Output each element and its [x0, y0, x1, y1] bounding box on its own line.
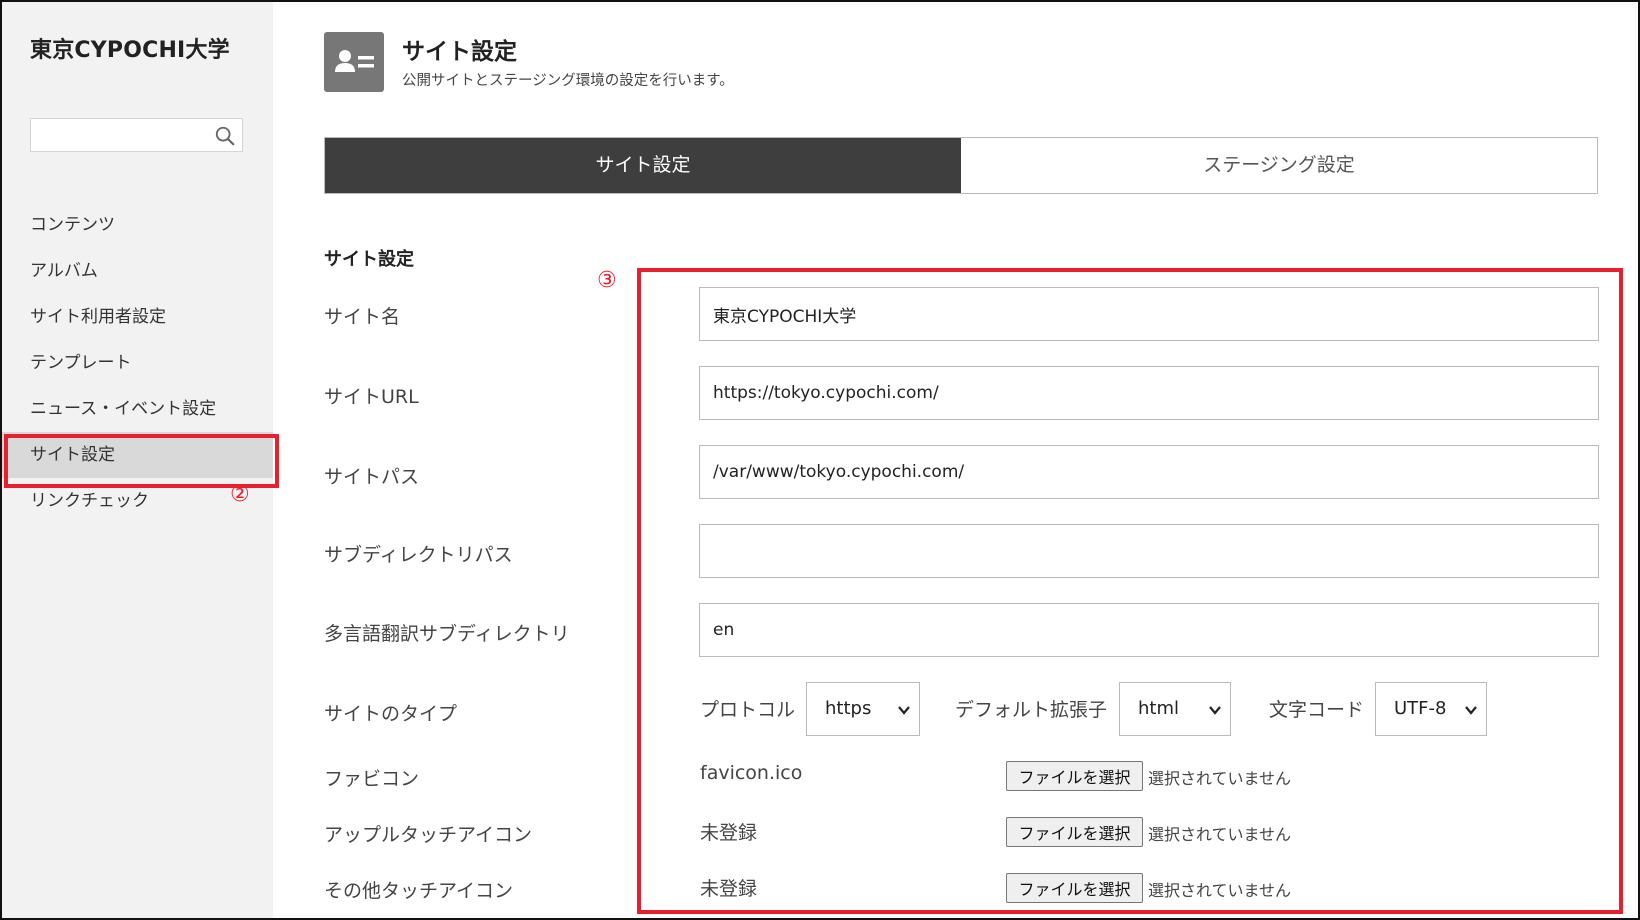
contact-card-icon [324, 32, 384, 92]
brand-name: 東京CYPOCHI大学 [30, 38, 230, 63]
favicon-file-status: 選択されていません [1148, 769, 1292, 788]
chevron-down-icon [1465, 706, 1477, 715]
page-subtitle: 公開サイトとステージング環境の設定を行います。 [402, 73, 734, 89]
section-title: サイト設定 [324, 249, 414, 270]
other-touch-icon-choose-file-button[interactable]: ファイルを選択 [1006, 873, 1143, 903]
chevron-down-icon [898, 706, 910, 715]
sidebar-item-news-events[interactable]: ニュース・イベント設定 [2, 386, 273, 432]
site-name-input[interactable] [699, 287, 1599, 341]
apple-touch-icon-file-status: 選択されていません [1148, 825, 1292, 844]
site-name-label: サイト名 [324, 306, 401, 328]
tab-staging-settings[interactable]: ステージング設定 [961, 138, 1597, 193]
apple-touch-icon-current-file: 未登録 [700, 822, 758, 844]
default-extension-select-value: html [1138, 698, 1180, 719]
sidebar-item-contents[interactable]: コンテンツ [2, 202, 273, 248]
subdirectory-path-input[interactable] [699, 524, 1599, 578]
default-extension-label: デフォルト拡張子 [955, 699, 1108, 721]
sidebar-nav: コンテンツ アルバム サイト利用者設定 テンプレート ニュース・イベント設定 サ… [2, 202, 279, 524]
site-path-input[interactable] [699, 445, 1599, 499]
apple-touch-icon-label: アップルタッチアイコン [324, 824, 533, 846]
site-path-label: サイトパス [324, 466, 420, 488]
tab-site-settings[interactable]: サイト設定 [325, 138, 961, 193]
settings-tabs: サイト設定 ステージング設定 [324, 137, 1598, 194]
charset-select[interactable]: UTF-8 [1375, 682, 1487, 736]
favicon-label: ファビコン [324, 768, 420, 790]
app-window: 東京CYPOCHI大学 コンテンツ アルバム サイト利用者設定 テンプレート ニ… [0, 0, 1640, 920]
other-touch-icon-label: その他タッチアイコン [324, 880, 514, 902]
site-url-input[interactable] [699, 366, 1599, 420]
apple-touch-icon-choose-file-button[interactable]: ファイルを選択 [1006, 817, 1143, 847]
sidebar-item-site-users[interactable]: サイト利用者設定 [2, 294, 273, 340]
favicon-choose-file-button[interactable]: ファイルを選択 [1006, 761, 1143, 791]
annotation-marker-2: ② [230, 482, 250, 507]
sidebar-item-album[interactable]: アルバム [2, 248, 273, 294]
protocol-select[interactable]: https [806, 682, 920, 736]
search-icon[interactable] [214, 125, 236, 147]
sidebar-item-label: サイト利用者設定 [30, 307, 166, 327]
sidebar-item-label: ニュース・イベント設定 [30, 399, 217, 419]
protocol-select-value: https [825, 698, 872, 719]
other-touch-icon-current-file: 未登録 [700, 878, 758, 900]
search-box [30, 118, 243, 152]
sidebar-item-template[interactable]: テンプレート [2, 340, 273, 386]
other-touch-icon-file-status: 選択されていません [1148, 881, 1292, 900]
favicon-current-file: favicon.ico [700, 762, 803, 784]
sidebar-item-label: サイト設定 [30, 445, 115, 465]
sidebar-item-label: コンテンツ [30, 215, 115, 235]
chevron-down-icon [1209, 706, 1221, 715]
sidebar: 東京CYPOCHI大学 コンテンツ アルバム サイト利用者設定 テンプレート ニ… [2, 2, 279, 918]
search-input[interactable] [37, 123, 207, 147]
translation-subdirectory-input[interactable] [699, 603, 1599, 657]
annotation-marker-3: ③ [597, 268, 617, 293]
site-url-label: サイトURL [324, 386, 419, 408]
default-extension-select[interactable]: html [1119, 682, 1231, 736]
subdirectory-path-label: サブディレクトリパス [324, 544, 513, 566]
sidebar-item-label: アルバム [30, 261, 98, 281]
protocol-label: プロトコル [700, 699, 796, 721]
page-title: サイト設定 [402, 39, 517, 65]
charset-select-value: UTF-8 [1394, 698, 1447, 719]
sidebar-item-label: テンプレート [30, 353, 132, 373]
sidebar-item-label: リンクチェック [30, 491, 149, 511]
charset-label: 文字コード [1269, 699, 1365, 721]
site-type-label: サイトのタイプ [324, 703, 458, 725]
sidebar-item-site-settings[interactable]: サイト設定 [2, 432, 279, 488]
translation-subdirectory-label: 多言語翻訳サブディレクトリ [324, 623, 570, 645]
